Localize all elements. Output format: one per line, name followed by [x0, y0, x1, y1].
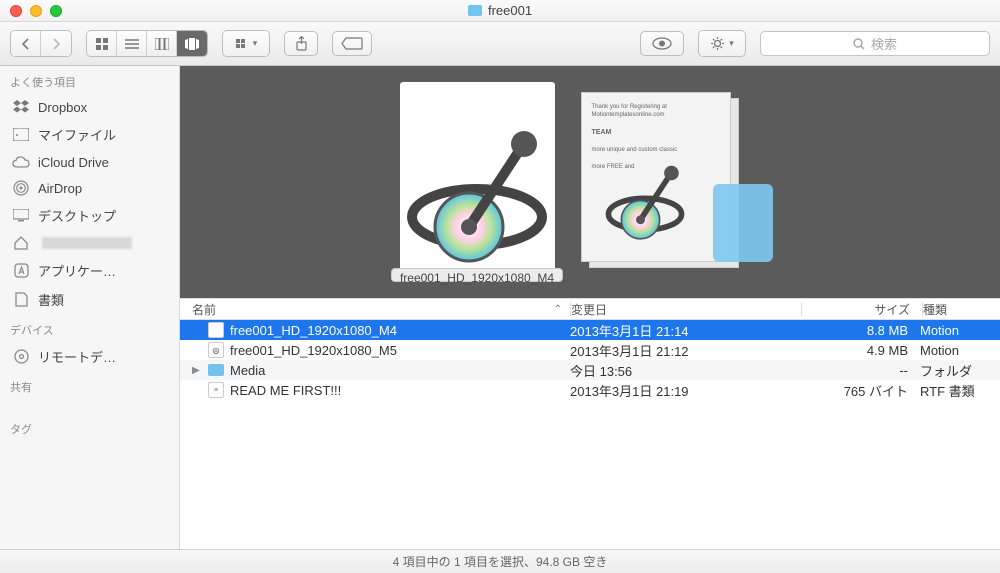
file-name: READ ME FIRST!!! — [230, 383, 341, 398]
file-name: Media — [230, 363, 265, 378]
sidebar-item-label-redacted — [42, 237, 132, 249]
search-placeholder: 検索 — [871, 34, 897, 53]
file-kind: Motion — [920, 323, 1000, 338]
file-size: 4.9 MB — [800, 343, 920, 358]
sidebar-item-label: デスクトップ — [38, 206, 116, 225]
table-row[interactable]: ≡ READ ME FIRST!!! 2013年3月1日 21:19 765 バ… — [180, 380, 1000, 400]
quicklook-button[interactable] — [640, 31, 684, 56]
sidebar-item-airdrop[interactable]: AirDrop — [0, 175, 179, 201]
airdrop-icon — [12, 180, 30, 196]
window-controls — [10, 5, 62, 17]
folder-icon — [713, 184, 773, 262]
column-header-date[interactable]: 変更日 — [571, 301, 801, 318]
sidebar-item-home[interactable] — [0, 230, 179, 256]
zoom-window-button[interactable] — [50, 5, 62, 17]
sidebar-item-myfiles[interactable]: マイファイル — [0, 120, 179, 149]
forward-button[interactable] — [41, 31, 71, 56]
file-date: 2013年3月1日 21:19 — [570, 381, 800, 400]
column-header-kind[interactable]: 種類 — [923, 301, 1000, 318]
file-kind: RTF 書類 — [920, 381, 1000, 400]
file-kind: フォルダ — [920, 361, 1000, 380]
search-field[interactable]: 検索 — [760, 31, 990, 56]
disclosure-triangle-icon[interactable]: ▶ — [192, 365, 202, 376]
sidebar-item-label: Dropbox — [38, 100, 87, 115]
file-size: 8.8 MB — [800, 323, 920, 338]
folder-icon — [468, 5, 482, 16]
nav-buttons — [10, 30, 72, 57]
file-name: free001_HD_1920x1080_M5 — [230, 343, 397, 358]
file-size: 765 バイト — [800, 381, 920, 400]
sidebar-item-remote-disc[interactable]: リモートデ… — [0, 342, 179, 371]
file-name: free001_HD_1920x1080_M4 — [230, 323, 397, 338]
back-button[interactable] — [11, 31, 41, 56]
file-list: ◎ free001_HD_1920x1080_M4 2013年3月1日 21:1… — [180, 320, 1000, 549]
sidebar-section-tags: タグ — [0, 413, 179, 441]
preview-thumb-selected[interactable] — [400, 82, 555, 282]
file-size: -- — [800, 363, 920, 378]
search-icon — [853, 38, 865, 50]
sidebar: よく使う項目 Dropbox マイファイル iCloud Drive AirDr… — [0, 66, 180, 549]
arrange-menu[interactable]: ▾ — [222, 30, 270, 57]
content-pane: free001_HD_1920x1080_M4 Thank you for Re… — [180, 66, 1000, 549]
window-title: free001 — [468, 3, 532, 18]
sidebar-item-label: リモートデ… — [38, 347, 116, 366]
sidebar-item-label: 書類 — [38, 290, 64, 309]
status-text: 4 項目中の 1 項目を選択、94.8 GB 空き — [393, 553, 608, 570]
coverflow-view-button[interactable] — [177, 31, 207, 56]
motion-app-icon — [600, 155, 690, 245]
documents-icon — [12, 292, 30, 308]
sidebar-item-label: アプリケー… — [38, 261, 116, 280]
sidebar-item-desktop[interactable]: デスクトップ — [0, 201, 179, 230]
table-row[interactable]: ◎ free001_HD_1920x1080_M5 2013年3月1日 21:1… — [180, 340, 1000, 360]
icon-view-button[interactable] — [87, 31, 117, 56]
dropbox-icon — [12, 99, 30, 115]
minimize-window-button[interactable] — [30, 5, 42, 17]
sidebar-item-applications[interactable]: アプリケー… — [0, 256, 179, 285]
sidebar-item-dropbox[interactable]: Dropbox — [0, 94, 179, 120]
home-icon — [12, 235, 30, 251]
preview-caption: free001_HD_1920x1080_M4 — [391, 268, 563, 282]
coverflow-preview[interactable]: free001_HD_1920x1080_M4 Thank you for Re… — [180, 66, 1000, 298]
titlebar: free001 — [0, 0, 1000, 22]
apps-icon — [12, 263, 30, 279]
table-row[interactable]: ▶ Media 今日 13:56 -- フォルダ — [180, 360, 1000, 380]
column-header-row: 名前 ⌃ 変更日 サイズ 種類 — [180, 298, 1000, 320]
file-icon: ≡ — [208, 382, 224, 398]
sidebar-section-shared: 共有 — [0, 371, 179, 399]
toolbar: ▾ ▾ 検索 — [0, 22, 1000, 66]
desktop-icon — [12, 208, 30, 224]
window-title-text: free001 — [488, 3, 532, 18]
list-view-button[interactable] — [117, 31, 147, 56]
file-date: 2013年3月1日 21:14 — [570, 321, 800, 340]
sidebar-item-label: iCloud Drive — [38, 155, 109, 170]
file-date: 2013年3月1日 21:12 — [570, 341, 800, 360]
file-icon: ◎ — [208, 322, 224, 338]
file-icon: ◎ — [208, 342, 224, 358]
file-kind: Motion — [920, 343, 1000, 358]
table-row[interactable]: ◎ free001_HD_1920x1080_M4 2013年3月1日 21:1… — [180, 320, 1000, 340]
close-window-button[interactable] — [10, 5, 22, 17]
icloud-icon — [12, 154, 30, 170]
folder-icon — [208, 364, 224, 376]
column-view-button[interactable] — [147, 31, 177, 56]
sidebar-item-documents[interactable]: 書類 — [0, 285, 179, 314]
column-header-size[interactable]: サイズ — [802, 301, 922, 318]
action-menu[interactable]: ▾ — [698, 30, 746, 57]
file-date: 今日 13:56 — [570, 361, 800, 380]
view-mode-buttons — [86, 30, 208, 57]
preview-thumb-stack[interactable]: Thank you for Registering at Motiontempl… — [581, 92, 781, 272]
tags-button[interactable] — [332, 31, 372, 56]
disc-icon — [12, 349, 30, 365]
column-header-name[interactable]: 名前 ⌃ — [180, 301, 570, 318]
sidebar-item-label: マイファイル — [38, 125, 116, 144]
share-button[interactable] — [284, 31, 318, 56]
myfiles-icon — [12, 127, 30, 143]
status-bar: 4 項目中の 1 項目を選択、94.8 GB 空き — [0, 549, 1000, 573]
sidebar-section-favorites: よく使う項目 — [0, 66, 179, 94]
sidebar-section-devices: デバイス — [0, 314, 179, 342]
motion-app-icon — [400, 112, 555, 272]
sort-ascending-icon: ⌃ — [554, 304, 562, 315]
sidebar-item-label: AirDrop — [38, 181, 82, 196]
sidebar-item-icloud[interactable]: iCloud Drive — [0, 149, 179, 175]
